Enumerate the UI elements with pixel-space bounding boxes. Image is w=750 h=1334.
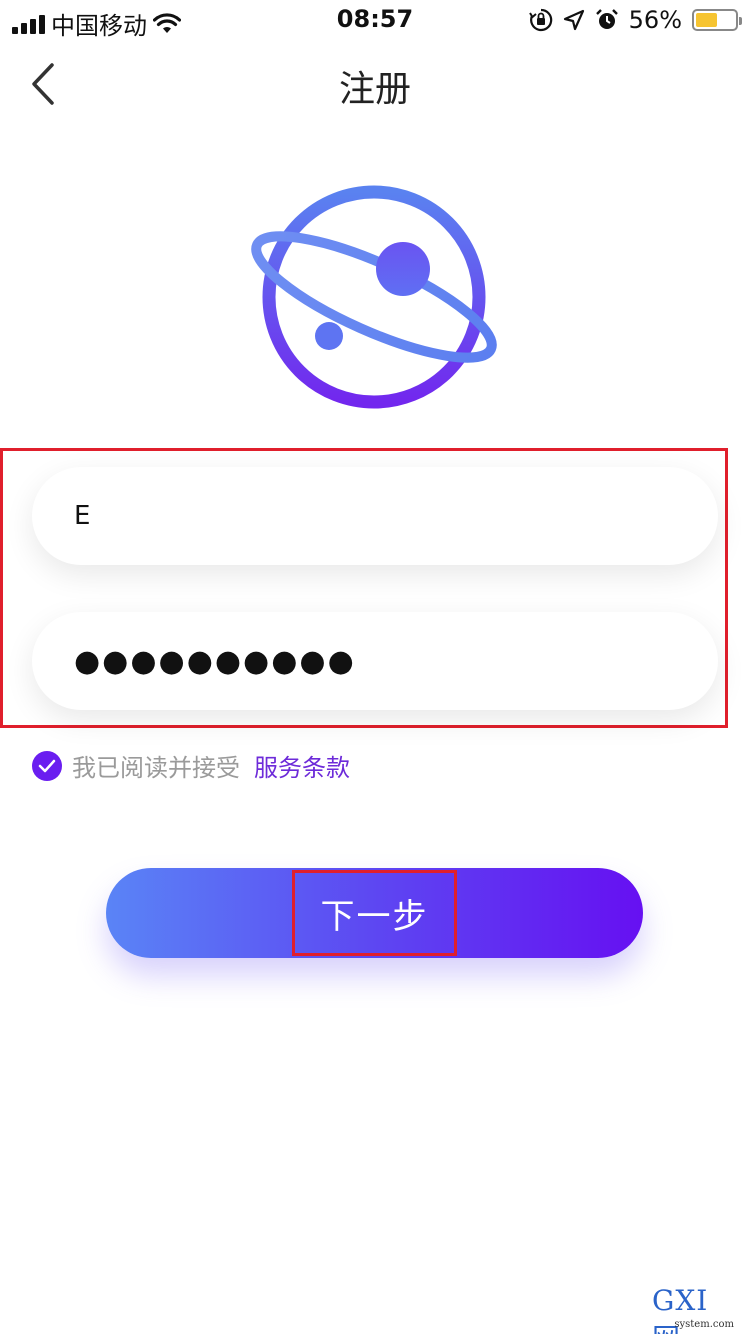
password-input-value: ●●●●●●●●●● [74, 643, 356, 679]
battery-percent: 56% [628, 6, 682, 34]
checkmark-icon [38, 759, 56, 772]
account-input[interactable]: E [32, 467, 718, 565]
navigation-bar: 注册 [0, 40, 750, 128]
agreement-text: 我已阅读并接受 [72, 754, 240, 782]
next-step-label-highlight[interactable]: 下一步 [292, 870, 457, 956]
agreement-row: 我已阅读并接受 服务条款 [32, 748, 350, 783]
watermark-logo: GXI网 system.com [652, 1284, 744, 1334]
watermark-subtext: system.com [674, 1319, 734, 1330]
location-icon [563, 9, 584, 31]
status-bar: 中国移动 08:57 56% [0, 0, 750, 40]
alarm-icon [595, 9, 618, 29]
password-input[interactable]: ●●●●●●●●●● [32, 612, 718, 710]
terms-of-service-link[interactable]: 服务条款 [254, 748, 350, 783]
next-step-label: 下一步 [320, 896, 429, 937]
orientation-lock-icon [528, 8, 552, 32]
planet-logo-icon [251, 185, 497, 409]
agreement-checkbox[interactable] [32, 750, 62, 781]
battery-icon [692, 9, 742, 31]
account-input-value: E [74, 501, 91, 531]
status-bar-right: 56% [528, 6, 742, 34]
battery-level [696, 13, 718, 27]
page-title: 注册 [338, 69, 411, 110]
